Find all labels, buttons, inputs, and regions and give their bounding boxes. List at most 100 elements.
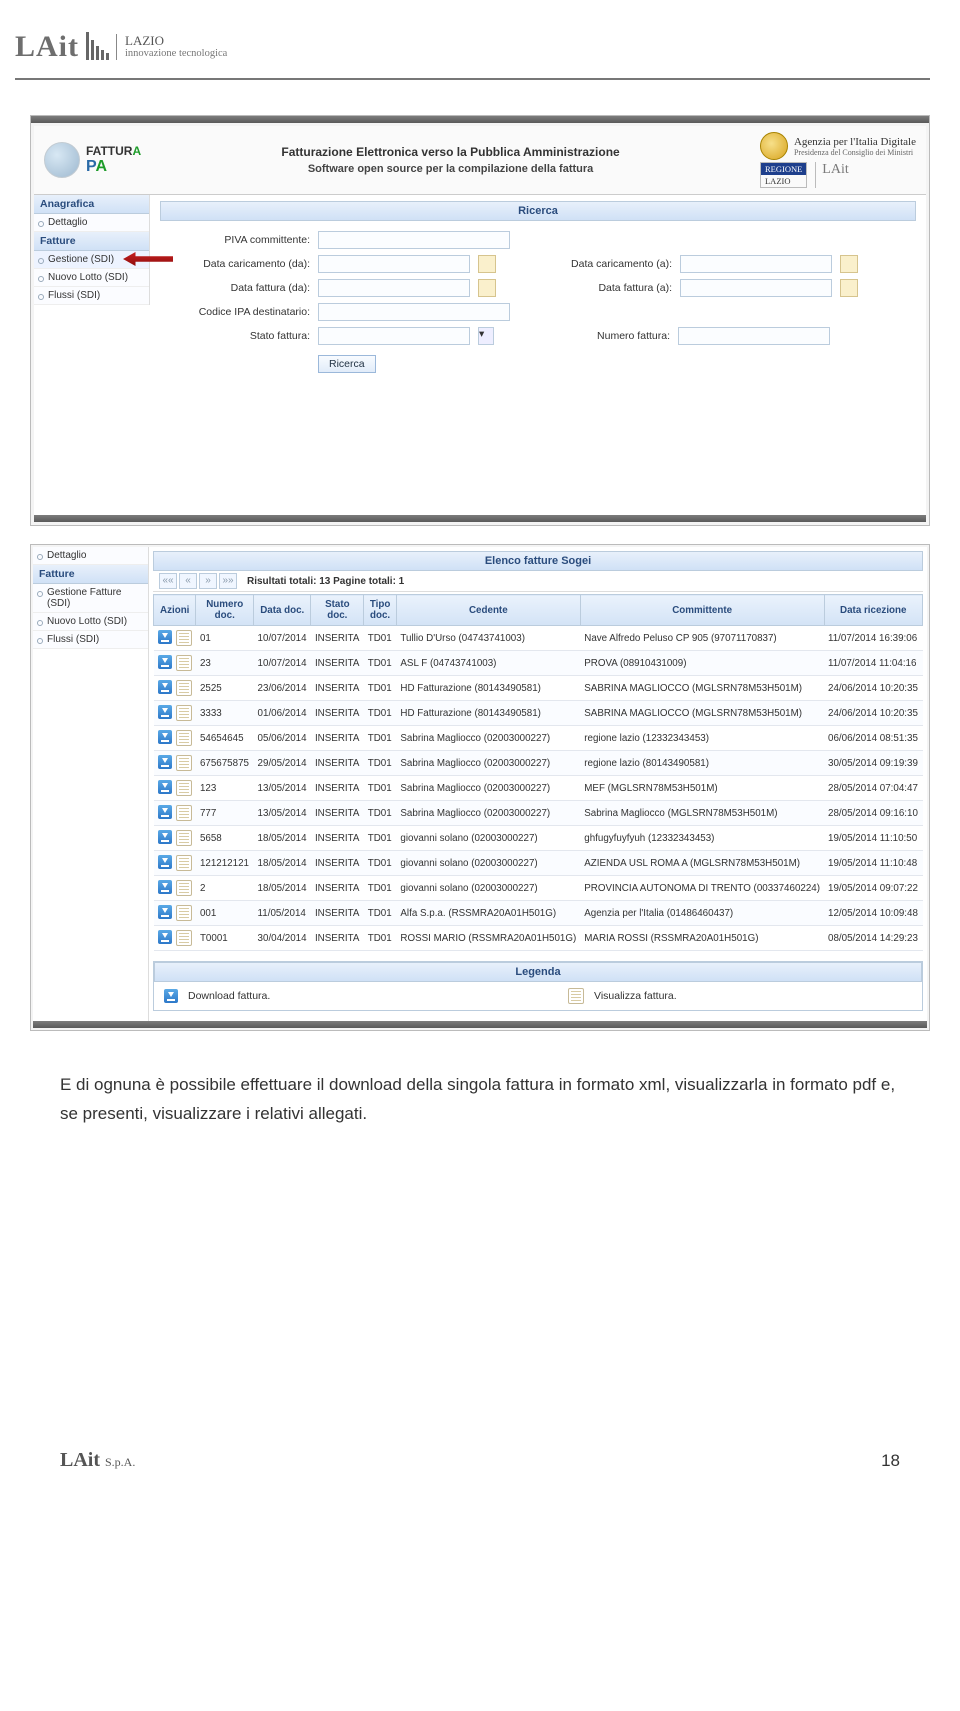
header-divider xyxy=(15,78,930,80)
cell-cedente: HD Fatturazione (80143490581) xyxy=(396,701,580,726)
cell-tipo: TD01 xyxy=(364,751,397,776)
cell-data: 23/06/2014 xyxy=(254,676,311,701)
document-icon[interactable] xyxy=(176,830,192,846)
pager-last[interactable]: »» xyxy=(219,573,237,589)
download-icon[interactable] xyxy=(158,755,172,769)
sidebar-section-fatture[interactable]: Fatture xyxy=(34,232,149,251)
label-numero: Numero fattura: xyxy=(540,330,670,342)
input-piva[interactable] xyxy=(318,231,510,249)
input-datacar-da[interactable] xyxy=(318,255,470,273)
document-icon[interactable] xyxy=(176,805,192,821)
document-icon[interactable] xyxy=(176,855,192,871)
download-icon[interactable] xyxy=(158,680,172,694)
cell-tipo: TD01 xyxy=(364,876,397,901)
cell-ricezione: 06/06/2014 08:51:35 xyxy=(824,726,922,751)
sidebar-item-nuovo-lotto[interactable]: Nuovo Lotto (SDI) xyxy=(33,613,148,631)
sidebar-item-gestione[interactable]: Gestione Fatture (SDI) xyxy=(33,584,148,613)
document-icon[interactable] xyxy=(176,705,192,721)
cell-numero: 3333 xyxy=(196,701,254,726)
cell-tipo: TD01 xyxy=(364,851,397,876)
ricerca-button[interactable]: Ricerca xyxy=(318,355,376,373)
cell-tipo: TD01 xyxy=(364,926,397,951)
input-datacar-a[interactable] xyxy=(680,255,832,273)
sidebar-section-fatture[interactable]: Fatture xyxy=(33,565,148,584)
cell-cedente: Tullio D'Urso (04743741003) xyxy=(396,626,580,651)
download-icon[interactable] xyxy=(158,830,172,844)
page-number: 18 xyxy=(881,1451,900,1471)
input-datafat-da[interactable] xyxy=(318,279,470,297)
cell-data: 10/07/2014 xyxy=(254,651,311,676)
sidebar-item-flussi[interactable]: Flussi (SDI) xyxy=(34,287,149,305)
select-stato[interactable] xyxy=(318,327,470,345)
col-numero: Numero doc. xyxy=(196,595,254,626)
download-icon[interactable] xyxy=(158,930,172,944)
pager-prev[interactable]: « xyxy=(179,573,197,589)
calendar-icon[interactable] xyxy=(840,279,858,297)
download-icon[interactable] xyxy=(158,780,172,794)
document-icon[interactable] xyxy=(176,930,192,946)
body-text: E di ognuna è possibile effettuare il do… xyxy=(60,1071,900,1129)
document-icon[interactable] xyxy=(176,655,192,671)
window-scrollbar xyxy=(33,1021,927,1028)
document-icon[interactable] xyxy=(176,905,192,921)
chevron-down-icon[interactable]: ▾ xyxy=(478,327,494,345)
panel-title-elenco: Elenco fatture Sogei xyxy=(153,551,923,571)
document-icon[interactable] xyxy=(176,630,192,646)
cell-numero: 675675875 xyxy=(196,751,254,776)
legend-title: Legenda xyxy=(154,962,922,982)
download-icon[interactable] xyxy=(158,905,172,919)
pager-next[interactable]: » xyxy=(199,573,217,589)
download-icon[interactable] xyxy=(158,705,172,719)
cell-data: 18/05/2014 xyxy=(254,851,311,876)
cell-numero: 54654645 xyxy=(196,726,254,751)
sidebar-section-anagrafica[interactable]: Anagrafica xyxy=(34,195,149,214)
input-numero[interactable] xyxy=(678,327,830,345)
document-icon[interactable] xyxy=(176,880,192,896)
document-icon[interactable] xyxy=(176,755,192,771)
sidebar-item-nuovo-lotto[interactable]: Nuovo Lotto (SDI) xyxy=(34,269,149,287)
cell-committente: SABRINA MAGLIOCCO (MGLSRN78M53H501M) xyxy=(580,701,824,726)
input-datafat-a[interactable] xyxy=(680,279,832,297)
download-icon[interactable] xyxy=(158,805,172,819)
sidebar-item-gestione[interactable]: Gestione (SDI) xyxy=(34,251,149,269)
cell-ricezione: 19/05/2014 11:10:50 xyxy=(824,826,922,851)
cell-stato: INSERITA xyxy=(311,851,364,876)
calendar-icon[interactable] xyxy=(840,255,858,273)
cell-ricezione: 08/05/2014 14:29:23 xyxy=(824,926,922,951)
document-icon[interactable] xyxy=(176,730,192,746)
download-icon xyxy=(164,989,178,1003)
sidebar-item-dettaglio[interactable]: Dettaglio xyxy=(33,547,148,565)
cell-tipo: TD01 xyxy=(364,801,397,826)
input-ipa[interactable] xyxy=(318,303,510,321)
cell-stato: INSERITA xyxy=(311,801,364,826)
download-icon[interactable] xyxy=(158,880,172,894)
col-stato: Stato doc. xyxy=(311,595,364,626)
cell-tipo: TD01 xyxy=(364,626,397,651)
document-icon[interactable] xyxy=(176,780,192,796)
cell-ricezione: 19/05/2014 11:10:48 xyxy=(824,851,922,876)
download-icon[interactable] xyxy=(158,655,172,669)
calendar-icon[interactable] xyxy=(478,255,496,273)
cell-cedente: ROSSI MARIO (RSSMRA20A01H501G) xyxy=(396,926,580,951)
document-icon[interactable] xyxy=(176,680,192,696)
cell-data: 18/05/2014 xyxy=(254,876,311,901)
table-row: T000130/04/2014INSERITATD01ROSSI MARIO (… xyxy=(154,926,923,951)
calendar-icon[interactable] xyxy=(478,279,496,297)
cell-stato: INSERITA xyxy=(311,726,364,751)
cell-data: 13/05/2014 xyxy=(254,776,311,801)
sidebar-item-flussi[interactable]: Flussi (SDI) xyxy=(33,631,148,649)
table-row: 218/05/2014INSERITATD01giovanni solano (… xyxy=(154,876,923,901)
table-row: 2310/07/2014INSERITATD01ASL F (047437410… xyxy=(154,651,923,676)
cell-committente: MEF (MGLSRN78M53H501M) xyxy=(580,776,824,801)
brand-bars-icon xyxy=(85,32,110,60)
table-row: 252523/06/2014INSERITATD01HD Fatturazion… xyxy=(154,676,923,701)
sidebar-item-dettaglio[interactable]: Dettaglio xyxy=(34,214,149,232)
col-cedente: Cedente xyxy=(396,595,580,626)
download-icon[interactable] xyxy=(158,730,172,744)
cell-numero: 121212121 xyxy=(196,851,254,876)
partner-logos: Agenzia per l'Italia Digitale Presidenza… xyxy=(760,132,916,188)
download-icon[interactable] xyxy=(158,630,172,644)
table-row: 77713/05/2014INSERITATD01Sabrina Maglioc… xyxy=(154,801,923,826)
download-icon[interactable] xyxy=(158,855,172,869)
pager-first[interactable]: «« xyxy=(159,573,177,589)
